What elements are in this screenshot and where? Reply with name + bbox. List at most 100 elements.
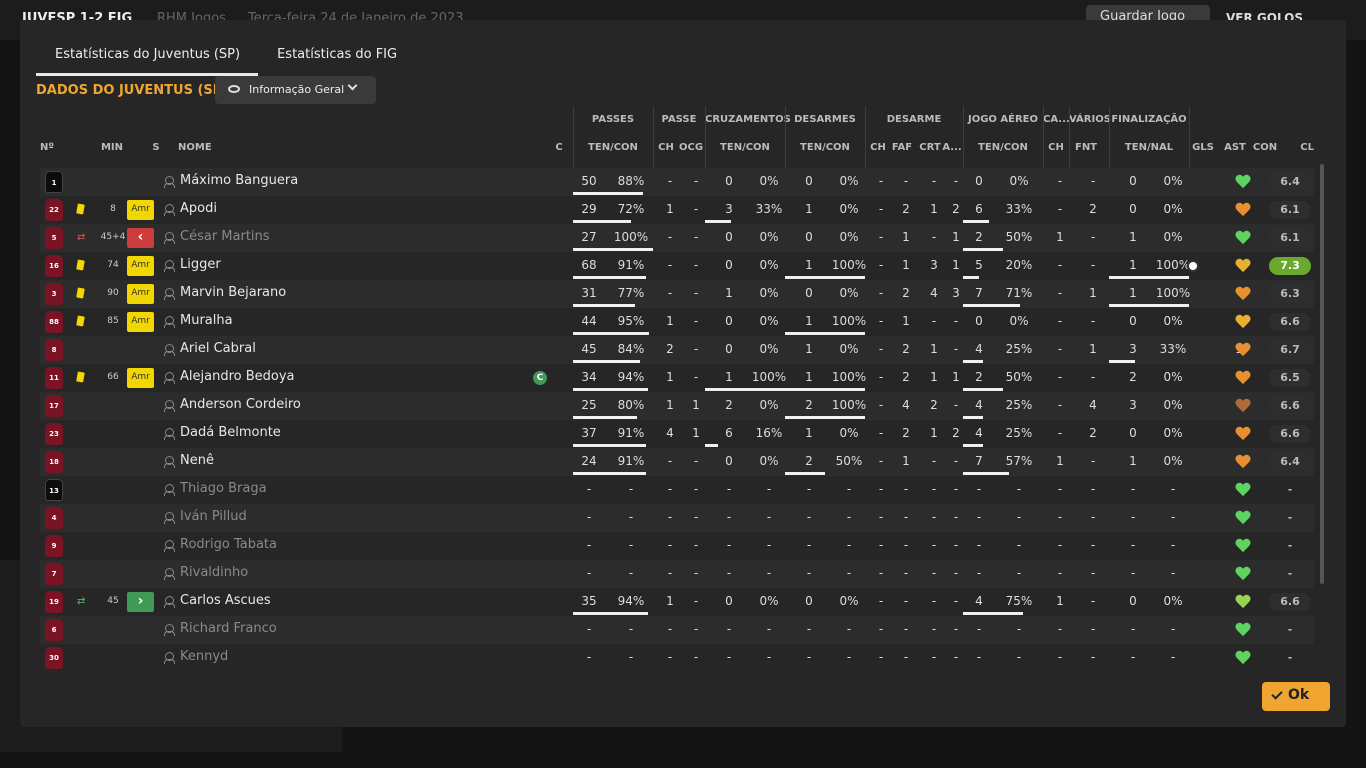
passes-completion: -: [628, 622, 634, 636]
player-name[interactable]: Thiago Braga: [180, 481, 267, 496]
table-row[interactable]: 30 Kennyd - - - - - - - - - - - - - - - - - - - -: [40, 644, 1314, 672]
player-name[interactable]: Rivaldinho: [180, 565, 248, 580]
passes-completion: -: [628, 538, 634, 552]
ok-label: Ok: [1288, 687, 1310, 703]
crosses-attempted: 2: [725, 398, 733, 412]
shots: -: [1090, 538, 1096, 552]
table-row[interactable]: 16 74 Amr Ligger 68 91% - -0 0% 1 100% -1 3 1 5 20% - -1 1…: [40, 252, 1314, 280]
player-name[interactable]: Dadá Belmonte: [180, 425, 281, 440]
table-row[interactable]: 3 90 Amr Marvin Bejarano 31 77% - -1 0% 0 0% -2 4 3 7 7…: [40, 280, 1314, 308]
column-header[interactable]: TEN/CON: [785, 142, 865, 153]
rating-badge: -: [1287, 483, 1293, 496]
table-scrollbar[interactable]: [1320, 164, 1324, 584]
table-row[interactable]: 17 Anderson Cordeiro 25 80% 1 1 2 0% 2 100% -4 2-4 2…: [40, 392, 1314, 420]
tackles-completion: 0%: [839, 174, 859, 188]
table-row[interactable]: 5 ⇄ 45+4 ‹ César Martins 27 100% - - 0 0% 0 0% - 1 - 1 2 5…: [40, 224, 1314, 252]
table-row[interactable]: 13 Thiago Braga - - - - - - - - - - - - - - - - - - - -: [40, 476, 1314, 504]
aerial-attempted: 7: [975, 454, 983, 468]
player-name[interactable]: Nenê: [180, 453, 214, 468]
column-header[interactable]: AST: [1223, 142, 1247, 153]
column-header[interactable]: FNT: [1071, 142, 1101, 153]
column-header[interactable]: TEN/CON: [573, 142, 653, 153]
chances-created: -: [693, 370, 699, 384]
column-header[interactable]: OCG: [679, 142, 703, 153]
player-name[interactable]: Iván Pillud: [180, 509, 247, 524]
player-name[interactable]: Máximo Banguera: [180, 173, 298, 188]
player-name[interactable]: Alejandro Bedoya: [180, 369, 295, 384]
player-name[interactable]: Carlos Ascues: [180, 593, 271, 608]
player-name[interactable]: Ariel Cabral: [180, 341, 256, 356]
column-header[interactable]: GLS: [1189, 142, 1217, 153]
table-row[interactable]: 11 66 Amr Alejandro Bedoya C 34 94% 1 - 1 100% 1 100…: [40, 364, 1314, 392]
player-name[interactable]: César Martins: [180, 229, 270, 244]
player-name[interactable]: Anderson Cordeiro: [180, 397, 301, 412]
shots: -: [1090, 622, 1096, 636]
column-header[interactable]: C: [552, 142, 566, 153]
table-row[interactable]: 18 Nenê 24 91% - -0 0% 2 50% -1- -7 57% 1-1 0% -6.4: [40, 448, 1314, 476]
column-header[interactable]: FAF: [887, 142, 917, 153]
column-header[interactable]: CH: [869, 142, 887, 153]
player-name[interactable]: Rodrigo Tabata: [180, 537, 277, 552]
finishing-attempted: -: [1130, 566, 1136, 580]
column-header[interactable]: CLA: [1291, 142, 1314, 153]
shirt-number: 9: [45, 535, 63, 557]
table-row[interactable]: 23 Dadá Belmonte 37 91% 4 1 6 16% 1 0% -2 1 2 4 25% -2 0…: [40, 420, 1314, 448]
tackles-key: -: [878, 650, 884, 664]
table-row[interactable]: 4 Iván Pillud - - - - - - - - - - - - - - - - - - - -: [40, 504, 1314, 532]
ca-value: -: [1057, 398, 1063, 412]
fouls: -: [903, 594, 909, 608]
aerial-completion: 75%: [1005, 594, 1033, 608]
crosses-attempted: 0: [725, 230, 733, 244]
column-header[interactable]: TEN/NAL: [1109, 142, 1189, 153]
table-row[interactable]: 7 Rivaldinho - - - - - - - - - - - - - - - - - - - -: [40, 560, 1314, 588]
passes-attempted: 68: [581, 258, 597, 272]
minute-value: 74: [107, 260, 119, 270]
shots: 2: [1089, 426, 1097, 440]
column-header[interactable]: CH: [657, 142, 675, 153]
player-name[interactable]: Apodi: [180, 201, 217, 216]
column-header[interactable]: Nº: [36, 142, 58, 153]
tackles-attempted: 2: [805, 454, 813, 468]
column-header[interactable]: CH: [1047, 142, 1065, 153]
tackles-attempted: -: [806, 482, 812, 496]
group-header: DESARME: [886, 114, 942, 125]
tab-juventus-stats[interactable]: Estatísticas do Juventus (SP): [36, 44, 259, 76]
column-header[interactable]: A...: [941, 142, 963, 153]
table-row[interactable]: 8 Ariel Cabral 45 84% 2-0 0% 1 0% -2 1-4 25% -1 3 33%…: [40, 336, 1314, 364]
column-header[interactable]: TEN/CON: [963, 142, 1043, 153]
aerial-attempted: 4: [975, 398, 983, 412]
column-header[interactable]: S: [148, 142, 164, 153]
shirt-number: 17: [45, 395, 63, 417]
player-name[interactable]: Kennyd: [180, 649, 228, 664]
view-selector-dropdown[interactable]: Informação Geral: [215, 76, 376, 104]
rating-badge: -: [1287, 651, 1293, 664]
table-row[interactable]: 9 Rodrigo Tabata - - - - - - - - - - - - - - - - - - - -: [40, 532, 1314, 560]
table-row[interactable]: 22 8 Amr Apodi 29 72% 1-3 33% 1 0% -2 1 2 6 33% -2 0 0% -6…: [40, 196, 1314, 224]
tab-fig-stats[interactable]: Estatísticas do FIG: [258, 44, 415, 76]
column-header[interactable]: CRT: [919, 142, 941, 153]
player-name[interactable]: Marvin Bejarano: [180, 285, 286, 300]
ok-button[interactable]: Ok: [1262, 682, 1330, 711]
column-header[interactable]: TEN/CON: [705, 142, 785, 153]
column-header[interactable]: NOME: [178, 142, 218, 153]
column-header[interactable]: CON: [1251, 142, 1279, 153]
column-header[interactable]: MIN: [96, 142, 128, 153]
finishing-on-target: 0%: [1163, 426, 1183, 440]
player-name[interactable]: Muralha: [180, 313, 233, 328]
table-row[interactable]: 88 85 Amr Muralha 44 95% 1-0 0% 1 100% -1- -0 0% - -0 0…: [40, 308, 1314, 336]
tackles-completion: -: [846, 566, 852, 580]
player-name[interactable]: Ligger: [180, 257, 221, 272]
player-profile-icon: [164, 568, 175, 580]
table-row[interactable]: 19 ⇄ 45 › Carlos Ascues 35 94% 1 - 0 0% 0 0% - - - - 4 75%…: [40, 588, 1314, 616]
group-header: DESARMES: [794, 114, 856, 125]
table-row[interactable]: 6 Richard Franco - - - - - - - - - - - - - - - - - - - -: [40, 616, 1314, 644]
condition-heart-icon: [1235, 399, 1251, 414]
shirt-number: 23: [45, 423, 63, 445]
table-row[interactable]: 1 Máximo Banguera 50 88% - -0 0% 0 0% - - - -0 0% - -0 0…: [40, 168, 1314, 196]
tackles-completion: 100%: [831, 258, 867, 272]
player-name[interactable]: Richard Franco: [180, 621, 277, 636]
crosses-completion: 0%: [759, 230, 779, 244]
passes-completion: 100%: [613, 230, 649, 244]
aerial-attempted: -: [976, 566, 982, 580]
fouls: -: [903, 566, 909, 580]
